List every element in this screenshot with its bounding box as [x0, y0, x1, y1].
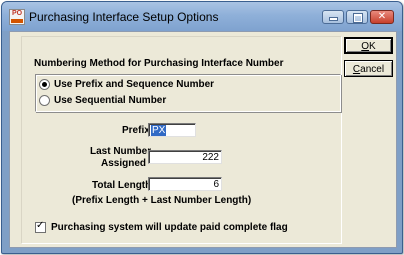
app-icon-text: PO — [11, 10, 23, 17]
total-length-label: Total Length — [92, 180, 152, 191]
minimize-icon — [323, 11, 343, 23]
last-number-input[interactable]: 222 — [148, 150, 222, 164]
prefix-label: Prefix — [122, 125, 150, 136]
last-number-label-line2: Assigned — [101, 158, 147, 169]
cancel-button[interactable]: Cancel — [344, 60, 393, 77]
cancel-label-rest: ancel — [360, 64, 385, 75]
prefix-input[interactable]: PX — [148, 123, 196, 137]
numbering-method-heading: Numbering Method for Purchasing Interfac… — [34, 58, 284, 69]
maximize-icon — [347, 11, 367, 23]
numbering-method-group: Use Prefix and Sequence Number Use Seque… — [35, 74, 341, 112]
radio-sequential-label[interactable]: Use Sequential Number — [54, 95, 166, 106]
window-title: Purchasing Interface Setup Options — [29, 10, 219, 24]
dialog-window: PO Purchasing Interface Setup Options ✕ … — [1, 1, 403, 254]
maximize-button[interactable] — [346, 10, 368, 24]
radio-prefix-sequence-label[interactable]: Use Prefix and Sequence Number — [54, 79, 214, 90]
minimize-button[interactable] — [322, 10, 344, 24]
radio-sequential[interactable]: Use Sequential Number — [39, 95, 166, 106]
close-icon: ✕ — [377, 11, 387, 22]
settings-panel: Numbering Method for Purchasing Interfac… — [21, 36, 342, 244]
title-bar[interactable]: PO Purchasing Interface Setup Options ✕ — [2, 2, 402, 31]
update-flag-checkbox[interactable]: ✓ — [35, 220, 46, 233]
last-number-label-line1: Last Number — [90, 146, 152, 157]
update-flag-label[interactable]: Purchasing system will update paid compl… — [51, 222, 288, 233]
close-button[interactable]: ✕ — [370, 10, 394, 24]
update-flag-option[interactable]: ✓ Purchasing system will update paid com… — [35, 220, 288, 233]
total-length-input[interactable]: 6 — [148, 177, 222, 191]
app-icon[interactable]: PO — [9, 9, 25, 25]
ok-button[interactable]: OK — [344, 37, 393, 54]
prefix-value: PX — [151, 125, 167, 136]
ok-mnemonic: O — [361, 41, 370, 52]
radio-prefix-sequence[interactable]: Use Prefix and Sequence Number — [39, 79, 214, 90]
radio-button-selected[interactable] — [39, 79, 50, 90]
radio-button[interactable] — [39, 95, 50, 106]
ok-label-rest: K — [369, 41, 376, 52]
checkmark-icon: ✓ — [36, 220, 45, 231]
dialog-body: Numbering Method for Purchasing Interfac… — [9, 31, 397, 248]
length-note: (Prefix Length + Last Number Length) — [72, 195, 252, 206]
